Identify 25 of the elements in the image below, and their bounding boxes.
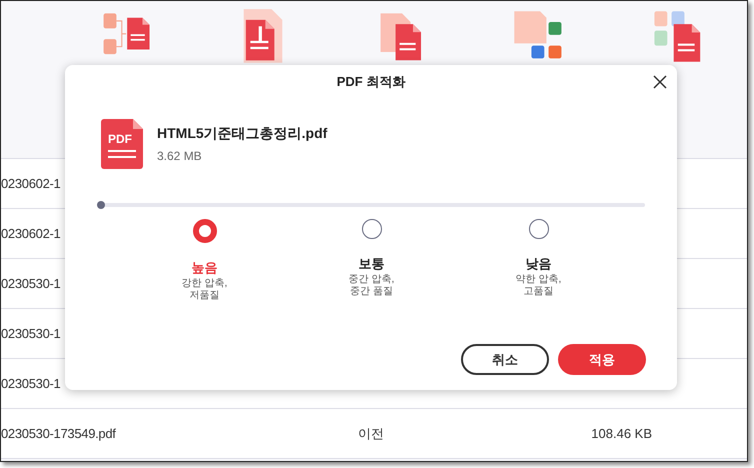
- radio-button[interactable]: [192, 219, 216, 243]
- file-status: 이전: [358, 424, 384, 442]
- option-description: 강한 압축, 저품질: [182, 278, 228, 302]
- file-name: 0230530-1: [1, 326, 60, 341]
- radio-button[interactable]: [362, 219, 382, 239]
- option-description: 약한 압축, 고품질: [516, 274, 562, 298]
- option-label: 낮음: [526, 255, 552, 273]
- apply-button[interactable]: 적용: [558, 344, 646, 375]
- file-size: 3.62 MB: [157, 149, 203, 163]
- close-icon[interactable]: [653, 75, 667, 89]
- file-name: 0230530-1: [1, 276, 60, 291]
- radio-button[interactable]: [528, 219, 548, 239]
- file-name: 0230530-1: [1, 376, 60, 391]
- file-name: 0230602-1: [1, 226, 60, 241]
- file-size: 108.46 KB: [591, 426, 652, 441]
- file-name: 0230530-173549.pdf: [1, 426, 116, 441]
- option-description: 중간 압축, 중간 품질: [348, 274, 394, 298]
- option-label: 높음: [192, 259, 218, 277]
- cancel-button[interactable]: 취소: [461, 344, 549, 375]
- dialog-title: PDF 최적화: [336, 73, 406, 91]
- pdf-file-icon: PDF: [101, 119, 143, 169]
- option-label: 보통: [358, 255, 384, 273]
- file-name: HTML5기준태그총정리.pdf: [157, 125, 328, 143]
- file-name: 0230602-1: [1, 176, 60, 191]
- slider-thumb[interactable]: [97, 201, 105, 209]
